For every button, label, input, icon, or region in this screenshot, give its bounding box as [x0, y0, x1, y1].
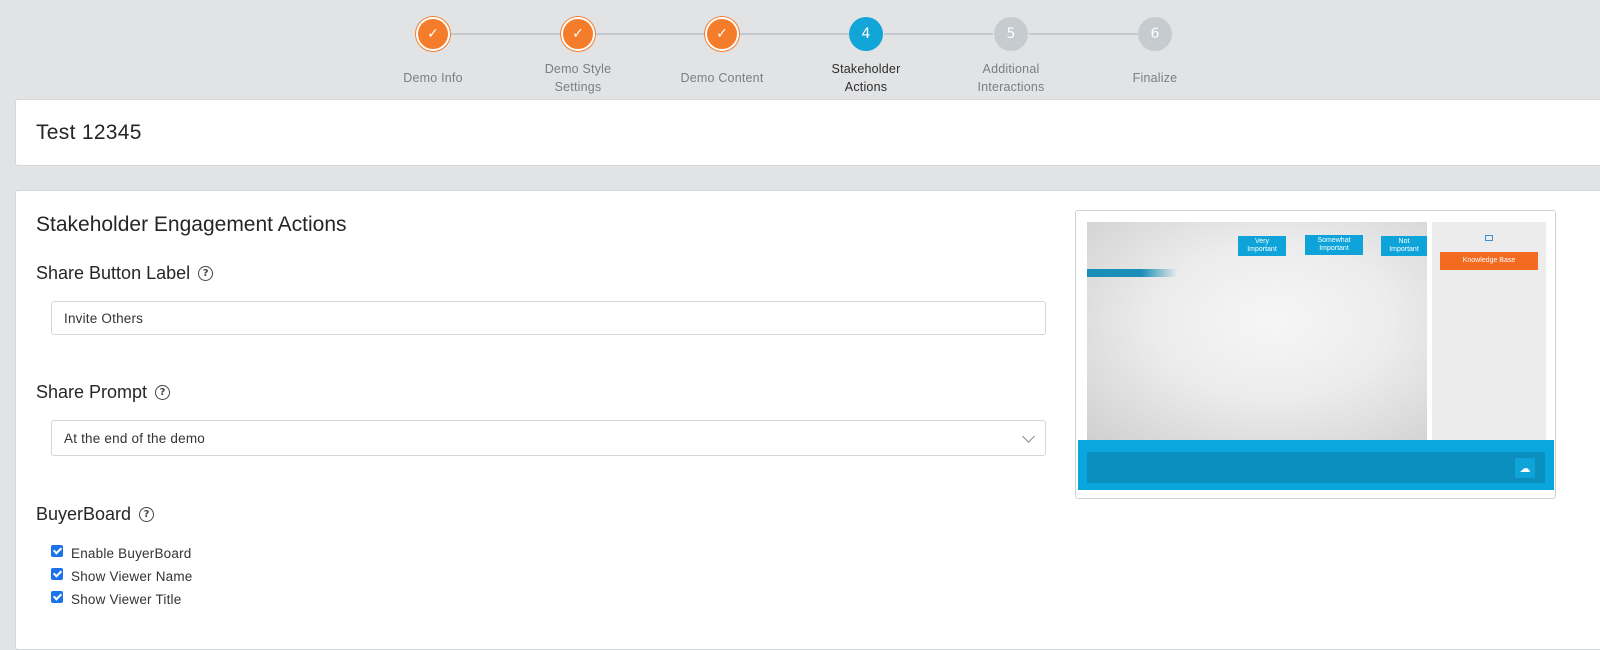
show-viewer-name-option[interactable]: Show Viewer Name [51, 567, 193, 584]
demo-title: Test 12345 [36, 121, 142, 144]
checkbox-label: Enable BuyerBoard [71, 546, 192, 561]
checkbox[interactable] [51, 567, 63, 580]
checkbox[interactable] [51, 544, 63, 557]
step-label: Demo Style Settings [544, 62, 612, 94]
step-demo-info[interactable]: ✓ Demo Info [373, 17, 493, 87]
chevron-down-icon [1022, 430, 1035, 443]
field-label: Share Button Label [36, 263, 191, 283]
help-icon[interactable]: ? [139, 507, 155, 522]
step-number: 6 [1138, 17, 1172, 51]
step-label: Stakeholder Actions [831, 62, 901, 94]
check-icon: ✓ [705, 17, 739, 51]
checkbox[interactable] [51, 590, 63, 603]
preview-tag: Not Important [1381, 236, 1427, 256]
share-prompt-select[interactable]: At the end of the demo [51, 420, 1046, 456]
engagement-card: Stakeholder Engagement Actions Share But… [15, 190, 1600, 650]
step-stakeholder-actions[interactable]: 4 Stakeholder Actions [806, 17, 926, 96]
preview-banner [1087, 269, 1177, 277]
progress-stepper: ✓ Demo Info ✓ Demo Style Settings ✓ Demo … [0, 0, 1600, 100]
section-heading: Stakeholder Engagement Actions [36, 213, 347, 236]
buyerboard-heading: BuyerBoard ? [36, 504, 155, 525]
preview-tag: Somewhat Important [1305, 235, 1363, 255]
input-value: Invite Others [64, 310, 144, 326]
step-finalize[interactable]: 6 Finalize [1095, 17, 1215, 87]
field-label: BuyerBoard [36, 504, 132, 524]
enable-buyerboard-option[interactable]: Enable BuyerBoard [51, 544, 192, 561]
checkbox-label: Show Viewer Title [71, 592, 182, 607]
preview-tag: Very Important [1238, 236, 1286, 256]
field-label: Share Prompt [36, 382, 148, 402]
step-demo-style-settings[interactable]: ✓ Demo Style Settings [518, 17, 638, 96]
check-icon: ✓ [416, 17, 450, 51]
step-number: 4 [849, 17, 883, 51]
show-viewer-title-option[interactable]: Show Viewer Title [51, 590, 182, 607]
step-label: Demo Content [680, 71, 764, 85]
step-label: Additional Interactions [977, 62, 1045, 94]
preview-canvas: Very Important Somewhat Important Not Im… [1087, 222, 1427, 442]
step-number: 5 [994, 17, 1028, 51]
help-icon[interactable]: ? [155, 385, 171, 400]
share-prompt-heading: Share Prompt ? [36, 382, 171, 403]
preview-bar-inner: ☁ [1087, 452, 1545, 483]
select-value: At the end of the demo [64, 430, 205, 446]
share-button-label-input[interactable]: Invite Others [51, 301, 1046, 335]
demo-title-card: Test 12345 [15, 99, 1600, 166]
step-additional-interactions[interactable]: 5 Additional Interactions [951, 17, 1071, 96]
preview-sidebar: Knowledge Base [1432, 222, 1546, 442]
check-icon: ✓ [561, 17, 595, 51]
help-icon[interactable]: ? [198, 266, 214, 281]
cloud-upload-icon: ☁ [1515, 458, 1535, 478]
mail-icon [1485, 235, 1493, 241]
step-demo-content[interactable]: ✓ Demo Content [662, 17, 782, 87]
share-button-label-heading: Share Button Label ? [36, 263, 214, 284]
step-label: Finalize [1132, 71, 1178, 85]
step-label: Demo Info [403, 71, 463, 85]
knowledge-base-button: Knowledge Base [1440, 252, 1538, 270]
demo-preview: Very Important Somewhat Important Not Im… [1075, 210, 1556, 499]
preview-bottom-bar: ☁ [1078, 440, 1554, 490]
checkbox-label: Show Viewer Name [71, 569, 193, 584]
